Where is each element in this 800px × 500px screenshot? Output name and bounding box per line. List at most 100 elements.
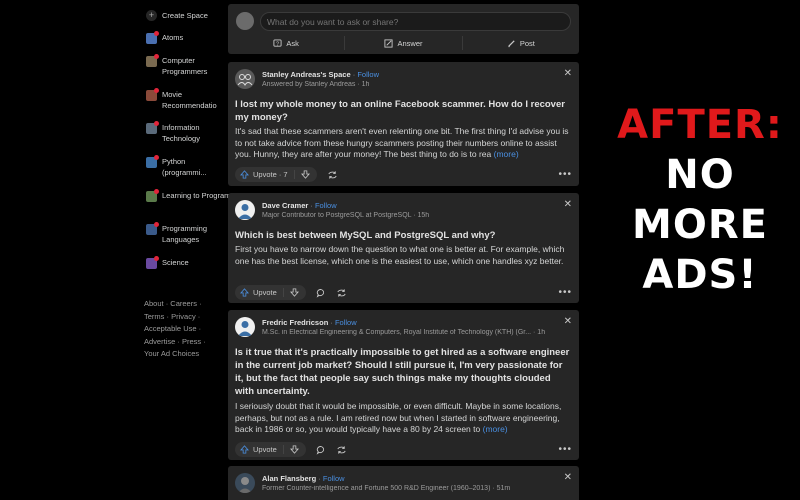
ask-button[interactable]: ? Ask [228, 36, 346, 50]
post-actions: Upvote ••• [235, 442, 572, 457]
banner-line-no: NO [665, 152, 735, 198]
sidebar-item-label: Atoms [162, 33, 184, 42]
sidebar-item-label: Movie Recommendatio [162, 90, 217, 110]
comment-button[interactable] [316, 288, 326, 298]
upvote-label: Upvote [253, 288, 277, 297]
sidebar-item-python-programmi[interactable]: Python (programmi... [146, 155, 232, 178]
upvote-button[interactable]: Upvote [240, 445, 284, 454]
follow-button[interactable]: Follow [335, 318, 357, 327]
notification-dot [154, 31, 159, 36]
author-name[interactable]: Fredric Fredricson [262, 318, 328, 327]
downvote-button[interactable] [284, 288, 306, 297]
answer-label: Answer [397, 38, 423, 48]
post-header: Stanley Andreas's Space · Follow Answere… [235, 69, 572, 91]
question-title[interactable]: Which is best between MySQL and PostgreS… [235, 229, 572, 242]
author-avatar[interactable] [235, 200, 255, 220]
author-credential: M.Sc. in Electrical Engineering & Comput… [262, 329, 546, 336]
ask-box: ? Ask Answer Post [228, 4, 579, 54]
close-icon[interactable]: ✕ [564, 69, 572, 79]
feed-post: Stanley Andreas's Space · Follow Answere… [228, 62, 579, 186]
share-button[interactable] [336, 288, 347, 298]
more-options-icon[interactable]: ••• [558, 169, 572, 180]
downvote-button[interactable] [284, 445, 306, 454]
follow-button[interactable]: Follow [357, 70, 379, 79]
sidebar-item-information-technology[interactable]: Information Technology [146, 121, 232, 144]
more-link[interactable]: (more) [494, 149, 519, 159]
answer-button[interactable]: Answer [345, 36, 463, 50]
post-header: Dave Cramer · Follow Major Contributor t… [235, 200, 572, 222]
answer-text: It's sad that these scammers aren't even… [235, 126, 572, 161]
programming-languages-space-icon [146, 222, 159, 235]
banner: AFTER: NO MORE ADS! [600, 100, 800, 300]
sidebar-item-programming-languages[interactable]: Programming Languages [146, 222, 232, 245]
footer-separator: · [163, 299, 169, 308]
answer-body: I seriously doubt that it would be impos… [235, 401, 562, 435]
banner-line-ads: ADS! [642, 252, 758, 298]
share-button[interactable] [336, 445, 347, 455]
comment-button[interactable] [316, 445, 326, 455]
notification-dot [154, 121, 159, 126]
author-avatar[interactable] [235, 317, 255, 337]
sidebar: + Create Space Atoms Computer Programmers… [140, 0, 230, 500]
more-options-icon[interactable]: ••• [558, 287, 572, 298]
footer-ad-choices-link[interactable]: Your Ad Choices [144, 349, 199, 358]
answer-text: First you have to narrow down the questi… [235, 244, 572, 280]
author-name[interactable]: Alan Flansberg [262, 474, 316, 483]
sidebar-item-computer-programmers[interactable]: Computer Programmers [146, 54, 232, 77]
learning-to-program-space-icon [146, 189, 159, 202]
sidebar-item-science[interactable]: Science [146, 256, 232, 269]
footer-advertise-link[interactable]: Advertise [144, 337, 175, 346]
author-line: Fredric Fredricson · Follow [262, 318, 357, 327]
footer-separator: · [195, 311, 201, 321]
close-icon[interactable]: ✕ [564, 200, 572, 210]
sidebar-item-atoms[interactable]: Atoms [146, 31, 232, 44]
author-credential: Answered by Stanley Andreas · 1h [262, 81, 370, 88]
more-options-icon[interactable]: ••• [558, 444, 572, 455]
user-icon [238, 321, 252, 336]
author-name[interactable]: Stanley Andreas's Space [262, 70, 351, 79]
author-line: Alan Flansberg · Follow [262, 474, 345, 483]
avatar[interactable] [236, 12, 254, 30]
movie-space-icon [146, 88, 159, 101]
close-icon[interactable]: ✕ [564, 473, 572, 483]
post-button[interactable]: Post [463, 36, 579, 50]
feed-post: Dave Cramer · Follow Major Contributor t… [228, 193, 579, 303]
footer-privacy-link[interactable]: Privacy [171, 312, 196, 321]
footer-careers-link[interactable]: Careers [170, 299, 197, 308]
downvote-button[interactable] [295, 170, 317, 179]
footer-press-link[interactable]: Press [182, 337, 201, 346]
svg-text:?: ? [276, 41, 279, 47]
ask-input[interactable] [260, 12, 571, 31]
more-link[interactable]: (more) [483, 424, 508, 434]
upvote-label: Upvote · 7 [253, 170, 288, 179]
share-button[interactable] [327, 170, 338, 180]
sidebar-item-movie-recommendatio[interactable]: Movie Recommendatio [146, 88, 232, 111]
user-icon [238, 204, 252, 219]
sidebar-item-learning-to-program[interactable]: Learning to Program [146, 189, 232, 202]
post-actions: Upvote · 7 ••• [235, 167, 572, 182]
post-actions: Upvote ••• [235, 285, 572, 300]
python-space-icon [146, 155, 159, 168]
question-title[interactable]: Is it true that it's practically impossi… [235, 346, 572, 398]
footer-terms-link[interactable]: Terms [144, 312, 164, 321]
computer-programmers-space-icon [146, 54, 159, 67]
atoms-space-icon [146, 31, 159, 44]
space-avatar[interactable] [235, 69, 255, 89]
author-credential: Major Contributor to PostgreSQL at Postg… [262, 212, 430, 219]
close-icon[interactable]: ✕ [564, 317, 572, 327]
follow-button[interactable]: Follow [323, 474, 345, 483]
author-line: Stanley Andreas's Space · Follow [262, 70, 379, 79]
footer-acceptable-use-link[interactable]: Acceptable Use [144, 324, 197, 333]
people-group-icon [237, 74, 253, 86]
author-avatar[interactable] [235, 473, 255, 493]
footer-separator: · [201, 336, 206, 346]
upvote-button[interactable]: Upvote [240, 288, 284, 297]
upvote-button[interactable]: Upvote · 7 [240, 170, 295, 179]
downvote-arrow-icon [289, 288, 299, 297]
question-title[interactable]: I lost my whole money to an online Faceb… [235, 98, 572, 124]
author-name[interactable]: Dave Cramer [262, 201, 308, 210]
footer-about-link[interactable]: About [144, 299, 164, 308]
follow-button[interactable]: Follow [315, 201, 337, 210]
notification-dot [154, 54, 159, 59]
create-space-button[interactable]: + Create Space [146, 10, 208, 21]
